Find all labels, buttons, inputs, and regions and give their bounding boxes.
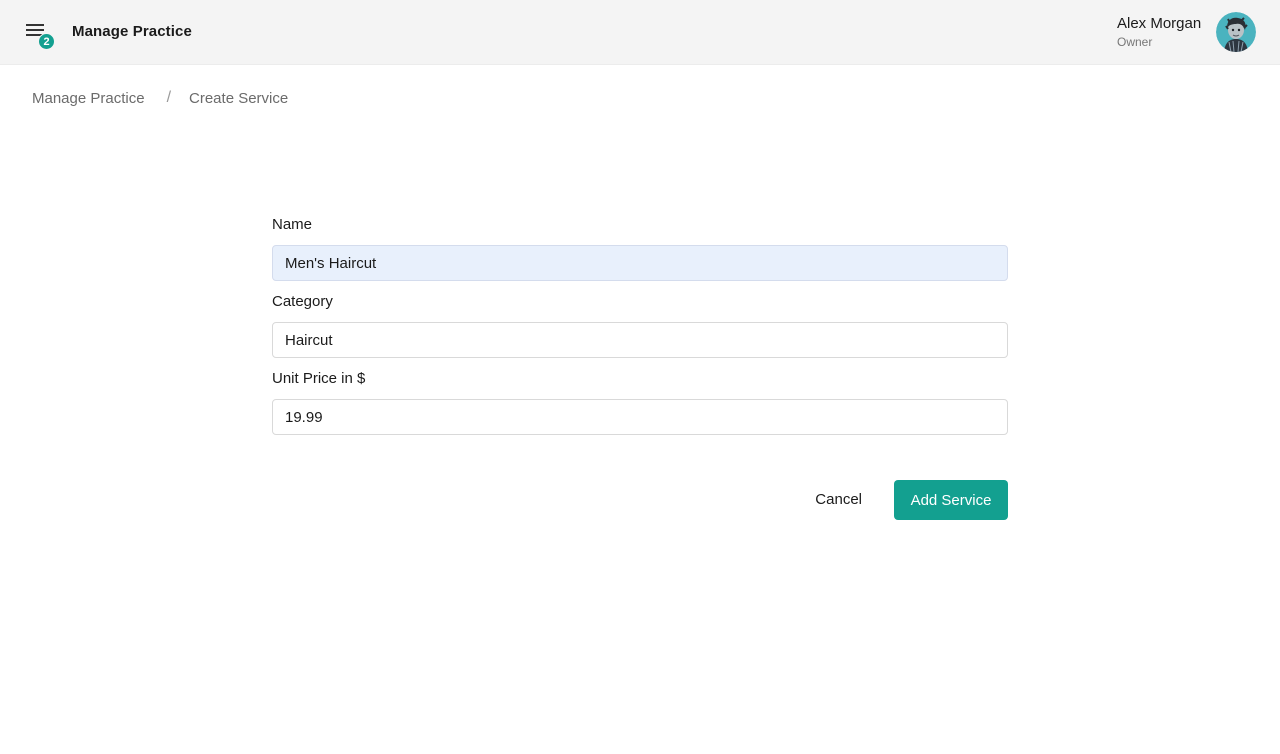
category-label: Category [272,293,333,310]
category-input[interactable] [272,322,1008,358]
category-field-group: Category [272,293,1008,358]
add-service-button[interactable]: Add Service [894,480,1008,520]
top-bar: 2 Manage Practice Alex Morgan Owner [0,0,1280,65]
cancel-button[interactable]: Cancel [815,480,862,520]
price-label: Unit Price in $ [272,370,366,387]
breadcrumb-manage-practice[interactable]: Manage Practice [32,90,145,107]
menu-button[interactable]: 2 [26,22,56,50]
user-name: Alex Morgan [1117,15,1202,32]
page-title: Manage Practice [72,23,192,40]
name-input[interactable] [272,245,1008,281]
create-service-form: Name Category Unit Price in $ Cancel Add… [272,216,1008,520]
name-label: Name [272,216,313,233]
avatar-image [1216,12,1256,52]
form-actions: Cancel Add Service [272,480,1008,520]
price-input[interactable] [272,399,1008,435]
notification-badge: 2 [38,33,55,50]
breadcrumb-separator: / [166,89,172,106]
breadcrumb-create-service: Create Service [189,89,289,107]
price-field-group: Unit Price in $ [272,370,1008,435]
user-role: Owner [1117,35,1153,49]
user-info: Alex Morgan Owner [1117,15,1201,49]
name-field-group: Name [272,216,1008,281]
breadcrumb: Manage Practice / Create Service [32,89,288,107]
avatar[interactable] [1216,12,1256,52]
